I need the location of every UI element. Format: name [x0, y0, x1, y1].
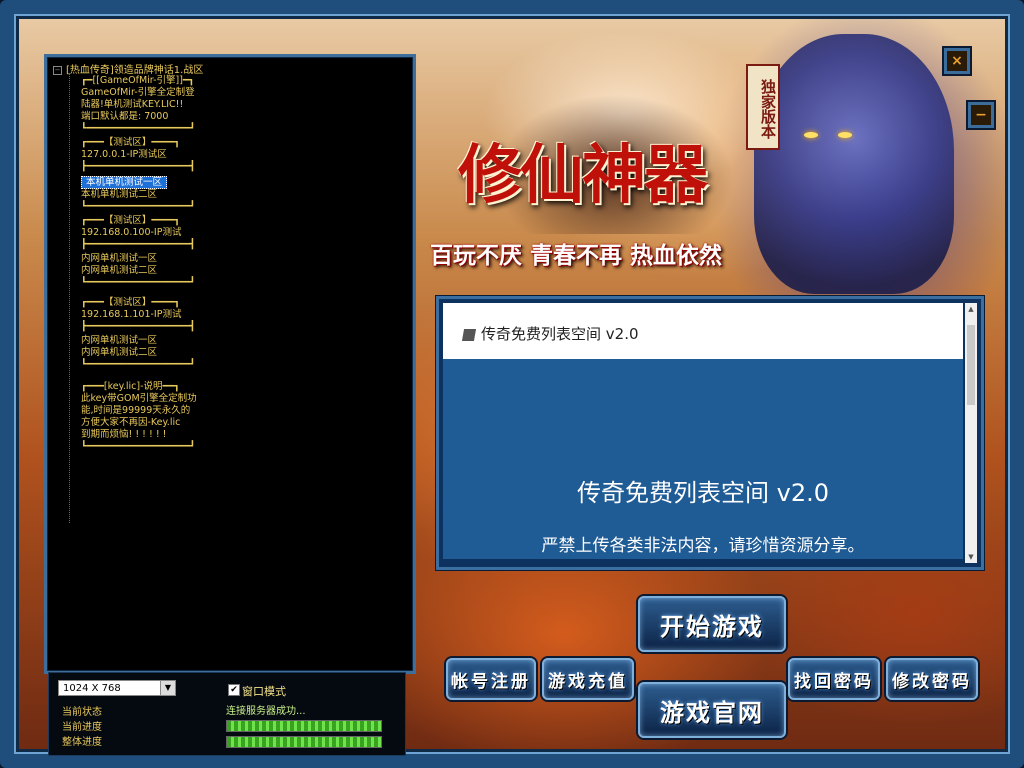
tree-item-label: ┗━━━━━━━━━━━━━━━━━━┛: [81, 201, 196, 212]
tree-item-label: ┏━━━[key.lic]-说明━━┓: [81, 381, 180, 392]
tree-item-label: 192.168.0.100-IP测试: [81, 227, 182, 238]
tree-item-label: 内网单机测试一区: [81, 335, 158, 346]
tree-item-label: ┗━━━━━━━━━━━━━━━━━━┛: [81, 441, 196, 452]
tree-item-label: 127.0.0.1-IP测试区: [81, 149, 167, 160]
tree-item[interactable]: ┗━━━━━━━━━━━━━━━━━━┛: [81, 123, 195, 135]
game-logo: 修仙神器: [458, 138, 708, 213]
total-progress-label: 整体进度: [62, 737, 102, 748]
tree-item[interactable]: 本机单机测试二区: [81, 189, 157, 201]
total-progress-fill: [227, 737, 381, 747]
notice-body: 传奇免费列表空间 v2.0 严禁上传各类非法内容，请珍惜资源分享。: [443, 359, 963, 559]
notice-headline: 传奇免费列表空间 v2.0: [577, 479, 829, 507]
tree-item[interactable]: ┏━━━【测试区】━━━━┓: [81, 215, 180, 227]
tree-item[interactable]: ┏━━━[key.lic]-说明━━┓: [81, 381, 180, 393]
tree-item[interactable]: GameOfMir-引擎全定制登: [81, 87, 195, 99]
tree-item[interactable]: 能,时间是99999天永久的: [81, 405, 190, 417]
tree-item-label: ┗━━━━━━━━━━━━━━━━━━┛: [81, 123, 196, 134]
register-button[interactable]: 帐号注册: [446, 658, 536, 700]
scroll-thumb[interactable]: [967, 325, 975, 405]
status-label: 当前状态: [62, 707, 102, 718]
tree-item-label: 陆器!单机测试KEY.LIC!!: [81, 99, 184, 110]
current-progress-bar: [226, 720, 382, 732]
tree-item[interactable]: ┣━━━━━━━━━━━━━━━━━━┫: [81, 161, 195, 173]
tree-item[interactable]: 本机单机测试一区: [81, 176, 168, 189]
tree-item-label: 内网单机测试一区: [81, 253, 158, 264]
tree-item[interactable]: 端口默认都是: 7000: [81, 111, 168, 123]
tree-item-label: 本机单机测试一区: [81, 176, 168, 189]
tree-item-label: 能,时间是99999天永久的: [81, 405, 191, 416]
recharge-button[interactable]: 游戏充值: [542, 658, 634, 700]
resolution-value: 1024 X 768: [63, 683, 121, 694]
tree-item[interactable]: 127.0.0.1-IP测试区: [81, 149, 167, 161]
change-password-button[interactable]: 修改密码: [886, 658, 978, 700]
tree-item-label: ┣━━━━━━━━━━━━━━━━━━┫: [81, 239, 196, 250]
tree-item-label: ┏━[[GameOfMir-引擎]]━┓: [81, 75, 195, 86]
notice-header: 传奇免费列表空间 v2.0: [443, 303, 963, 359]
slogan: 百玩不厌 青春不再 热血依然: [430, 242, 723, 269]
notice-header-title: 传奇免费列表空间 v2.0: [461, 323, 639, 344]
tree-item[interactable]: ┣━━━━━━━━━━━━━━━━━━┫: [81, 239, 195, 251]
scroll-down-icon[interactable]: ▼: [965, 551, 977, 563]
tree-item[interactable]: ┣━━━━━━━━━━━━━━━━━━┫: [81, 321, 195, 333]
tree-item[interactable]: ┗━━━━━━━━━━━━━━━━━━┛: [81, 359, 195, 371]
notice-panel: 传奇免费列表空间 v2.0 传奇免费列表空间 v2.0 严禁上传各类非法内容，请…: [436, 296, 984, 570]
tree-item[interactable]: 此key带GOM引擎全定制功: [81, 393, 197, 405]
tree-item[interactable]: 192.168.0.100-IP测试: [81, 227, 181, 239]
tree-item[interactable]: ┗━━━━━━━━━━━━━━━━━━┛: [81, 441, 195, 453]
tree-root[interactable]: − [热血传奇]领造品牌神话1.战区: [53, 61, 203, 76]
tree-item-label: 内网单机测试二区: [81, 347, 158, 358]
tree-item-label: 到期而烦恼! ! ! ! ! !: [81, 429, 167, 440]
tree-item-label: ┏━━━【测试区】━━━━┓: [81, 137, 180, 148]
tree-item-label: 内网单机测试二区: [81, 265, 158, 276]
official-site-button[interactable]: 游戏官网: [638, 682, 786, 738]
minimize-button[interactable]: −: [968, 102, 994, 128]
close-button[interactable]: ×: [944, 48, 970, 74]
tree-item[interactable]: 到期而烦恼! ! ! ! ! !: [81, 429, 166, 441]
tree-item[interactable]: 内网单机测试一区: [81, 335, 157, 347]
collapse-icon[interactable]: −: [53, 65, 62, 75]
notice-header-text: 传奇免费列表空间 v2.0: [481, 325, 639, 343]
recover-password-button[interactable]: 找回密码: [788, 658, 880, 700]
tree-item[interactable]: 192.168.1.101-IP测试: [81, 309, 181, 321]
document-icon: [461, 328, 477, 341]
tree-item[interactable]: ┗━━━━━━━━━━━━━━━━━━┛: [81, 201, 195, 213]
chevron-down-icon[interactable]: ▼: [160, 681, 175, 695]
notice-scrollbar[interactable]: ▲ ▼: [965, 303, 977, 563]
exclusive-badge: 独家版本: [746, 64, 780, 150]
tree-item-label: ┏━━━【测试区】━━━━┓: [81, 215, 180, 226]
tree-item[interactable]: ┗━━━━━━━━━━━━━━━━━━┛: [81, 277, 195, 289]
window-mode-checkbox[interactable]: ✔: [228, 684, 240, 696]
window-mode-label: 窗口模式: [242, 685, 286, 698]
tree-item[interactable]: 内网单机测试二区: [81, 265, 157, 277]
progress-label: 当前进度: [62, 722, 102, 733]
tree-item[interactable]: 陆器!单机测试KEY.LIC!!: [81, 99, 183, 111]
tree-item[interactable]: 内网单机测试一区: [81, 253, 157, 265]
resolution-select[interactable]: 1024 X 768 ▼: [58, 680, 176, 696]
tree-item-label: ┣━━━━━━━━━━━━━━━━━━┫: [81, 321, 196, 332]
total-progress-bar: [226, 736, 382, 748]
tree-item[interactable]: 方便大家不再因-Key.lic: [81, 417, 180, 429]
tree-item[interactable]: ┏━━━【测试区】━━━━┓: [81, 297, 180, 309]
tree-item-label: 192.168.1.101-IP测试: [81, 309, 182, 320]
current-progress-fill: [227, 721, 381, 731]
scroll-up-icon[interactable]: ▲: [965, 303, 977, 315]
tree-item-label: GameOfMir-引擎全定制登: [81, 87, 195, 98]
tree-item-label: 此key带GOM引擎全定制功: [81, 393, 197, 404]
tree-item-label: 本机单机测试二区: [81, 189, 158, 200]
tree-connector: [69, 73, 70, 523]
start-game-button[interactable]: 开始游戏: [638, 596, 786, 652]
server-status-text: 连接服务器成功...: [226, 706, 306, 717]
tree-item-label: 方便大家不再因-Key.lic: [81, 417, 181, 428]
server-list-panel[interactable]: − [热血传奇]领造品牌神话1.战区 ┏━[[GameOfMir-引擎]]━┓ Ga…: [44, 54, 416, 674]
tree-item-label: ┣━━━━━━━━━━━━━━━━━━┫: [81, 161, 196, 172]
tree-item[interactable]: ┏━━━【测试区】━━━━┓: [81, 137, 180, 149]
tree-item-label: ┗━━━━━━━━━━━━━━━━━━┛: [81, 359, 196, 370]
tree-item[interactable]: 内网单机测试二区: [81, 347, 157, 359]
tree-item-label: ┏━━━【测试区】━━━━┓: [81, 297, 180, 308]
tree-item-label: ┗━━━━━━━━━━━━━━━━━━┛: [81, 277, 196, 288]
tree-item[interactable]: ┏━[[GameOfMir-引擎]]━┓: [81, 75, 194, 87]
notice-message: 严禁上传各类非法内容，请珍惜资源分享。: [541, 536, 865, 556]
tree-item-label: 端口默认都是: 7000: [81, 111, 169, 122]
